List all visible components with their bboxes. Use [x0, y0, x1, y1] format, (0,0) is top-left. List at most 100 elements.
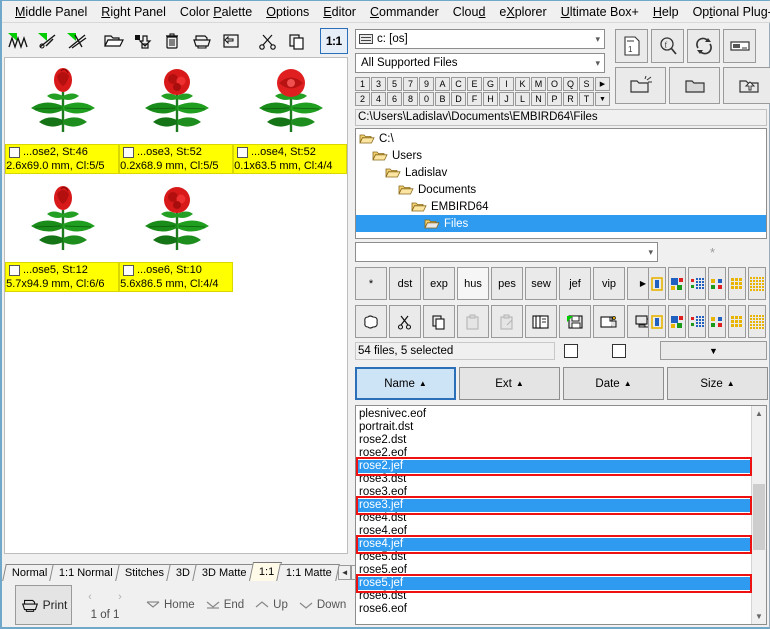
design-select-checkbox[interactable]	[9, 147, 20, 158]
design-thumbnail[interactable]: ...ose6, St:10 75.6x86.5 mm, Cl:4/4	[119, 176, 233, 292]
menu-item-optional-plug-ins[interactable]: Optional Plug-ins	[686, 3, 770, 21]
drive-letter-1[interactable]: 1	[355, 77, 370, 91]
export-button[interactable]	[128, 28, 158, 54]
view-list-button[interactable]	[688, 305, 706, 338]
menu-item-explorer[interactable]: eXplorer	[492, 3, 553, 21]
view-grid-small-button[interactable]	[708, 305, 726, 338]
file-list-item[interactable]: plesnivec.eof	[356, 408, 752, 421]
drive-letter-7[interactable]: 7	[403, 77, 418, 91]
drive-letter-6[interactable]: 6	[387, 92, 402, 106]
save-as-button[interactable]	[593, 305, 625, 338]
new-folder-button[interactable]	[615, 67, 666, 104]
paste-special-button[interactable]	[491, 305, 523, 338]
up-button[interactable]: Up	[255, 599, 288, 611]
file-list-item[interactable]: rose5.jef	[356, 577, 752, 590]
tab-normal[interactable]: Normal	[2, 564, 56, 581]
invert-selection-checkbox[interactable]	[612, 344, 626, 358]
file-list-item[interactable]: rose6.dst	[356, 590, 752, 603]
file-list-item[interactable]: rose4.dst	[356, 512, 752, 525]
drive-letter-F[interactable]: F	[467, 92, 482, 106]
drive-letter-0[interactable]: 0	[419, 92, 434, 106]
cut-scissors-button[interactable]	[253, 28, 283, 54]
menu-item-commander[interactable]: Commander	[363, 3, 446, 21]
prev-page-button[interactable]: ‹	[88, 591, 92, 603]
file-list-item[interactable]: rose6.eof	[356, 603, 752, 616]
select-all-button[interactable]	[355, 305, 387, 338]
drive-letter-O[interactable]: O	[547, 77, 562, 91]
file-list-scrollbar[interactable]: ▲ ▼	[751, 406, 766, 624]
design-thumbnail[interactable]: ...ose5, St:12 95.7x94.9 mm, Cl:6/6	[5, 176, 119, 292]
needle-view-button[interactable]	[33, 28, 62, 54]
drive-letter-8[interactable]: 8	[403, 92, 418, 106]
file-list-item[interactable]: portrait.dst	[356, 421, 752, 434]
tab-1-1-normal[interactable]: 1:1 Normal	[49, 564, 122, 581]
design-select-checkbox[interactable]	[123, 265, 134, 276]
multi-needle-view-button[interactable]	[62, 28, 92, 54]
view-single-button[interactable]	[648, 267, 666, 300]
file-list-item[interactable]: rose5.eof	[356, 564, 752, 577]
drive-letter-2[interactable]: 2	[355, 92, 370, 106]
tab-1-1-matte[interactable]: 1:1 Matte	[276, 564, 341, 581]
paste-button[interactable]	[457, 305, 489, 338]
tab-scroll-left-button[interactable]: ◄	[338, 565, 352, 580]
format-filter-jef[interactable]: jef	[559, 267, 591, 300]
file-list-item[interactable]: rose4.eof	[356, 525, 752, 538]
printer-button[interactable]	[187, 28, 217, 54]
design-thumbnail[interactable]: ...ose2, St:46 72.6x69.0 mm, Cl:5/5	[5, 58, 119, 174]
file-list-item[interactable]: rose2.jef	[356, 460, 752, 473]
menu-item-middle-panel[interactable]: Middle Panel	[8, 3, 94, 21]
search-files-button[interactable]: f	[651, 29, 684, 63]
sort-by-name-button[interactable]: Name ▲	[355, 367, 456, 400]
drive-letter-9[interactable]: 9	[419, 77, 434, 91]
file-list-item[interactable]: rose3.eof	[356, 486, 752, 499]
drive-letter-E[interactable]: E	[467, 77, 482, 91]
drive-letter-H[interactable]: H	[483, 92, 498, 106]
scroll-up-button[interactable]: ▲	[752, 406, 766, 421]
folder-tree[interactable]: C:\ Users Ladislav Documents EMBIRD64 Files	[355, 128, 767, 239]
drive-letter-R[interactable]: R	[563, 92, 578, 106]
menu-item-cloud[interactable]: Cloud	[446, 3, 493, 21]
file-list[interactable]: plesnivec.eof portrait.dst rose2.dst rose2.…	[355, 405, 767, 625]
home-button[interactable]: Home	[146, 599, 195, 611]
format-filter-hus[interactable]: hus	[457, 267, 489, 300]
open-folder-button[interactable]	[99, 28, 128, 54]
menu-item-options[interactable]: Options	[259, 3, 316, 21]
tree-item-c[interactable]: C:\	[356, 130, 766, 147]
cut-button[interactable]	[389, 305, 421, 338]
list-options-dropdown[interactable]: ▼	[660, 341, 767, 360]
file-list-item[interactable]: rose5.dst	[356, 551, 752, 564]
view-grid-medium-button[interactable]	[728, 305, 746, 338]
file-list-item[interactable]: rose3.dst	[356, 473, 752, 486]
select-all-checkbox[interactable]	[564, 344, 578, 358]
drive-letter-N[interactable]: N	[531, 92, 546, 106]
duplicate-button[interactable]	[525, 305, 557, 338]
drive-more-down-button[interactable]: ▼	[595, 92, 610, 106]
menu-item-right-panel[interactable]: Right Panel	[94, 3, 173, 21]
drive-letter-K[interactable]: K	[515, 77, 530, 91]
view-grid-large-button[interactable]	[748, 267, 766, 300]
view-list-button[interactable]	[688, 267, 706, 300]
format-filter-pes[interactable]: pes	[491, 267, 523, 300]
sort-by-date-button[interactable]: Date ▲	[563, 367, 664, 400]
format-filter-vip[interactable]: vip	[593, 267, 625, 300]
print-button[interactable]: Print	[15, 585, 72, 625]
format-filter-all[interactable]: *	[355, 267, 387, 300]
drive-letter-C[interactable]: C	[451, 77, 466, 91]
menu-item-ultimate-box-[interactable]: Ultimate Box+	[554, 3, 646, 21]
file-list-item[interactable]: rose4.jef	[356, 538, 752, 551]
tab-3d-matte[interactable]: 3D Matte	[192, 564, 255, 581]
drive-letter-M[interactable]: M	[531, 77, 546, 91]
end-button[interactable]: End	[206, 599, 244, 611]
drive-letter-5[interactable]: 5	[387, 77, 402, 91]
sort-by-size-button[interactable]: Size ▲	[667, 367, 768, 400]
save-button[interactable]	[559, 305, 591, 338]
drive-letter-P[interactable]: P	[547, 92, 562, 106]
drive-letter-J[interactable]: J	[499, 92, 514, 106]
tab-stitches[interactable]: Stitches	[115, 564, 173, 581]
drive-letter-D[interactable]: D	[451, 92, 466, 106]
format-filter-dst[interactable]: dst	[389, 267, 421, 300]
view-multi-color-button[interactable]	[668, 267, 686, 300]
file-list-item[interactable]: rose2.dst	[356, 434, 752, 447]
menu-item-color-palette[interactable]: Color Palette	[173, 3, 259, 21]
drive-letter-S[interactable]: S	[579, 77, 594, 91]
